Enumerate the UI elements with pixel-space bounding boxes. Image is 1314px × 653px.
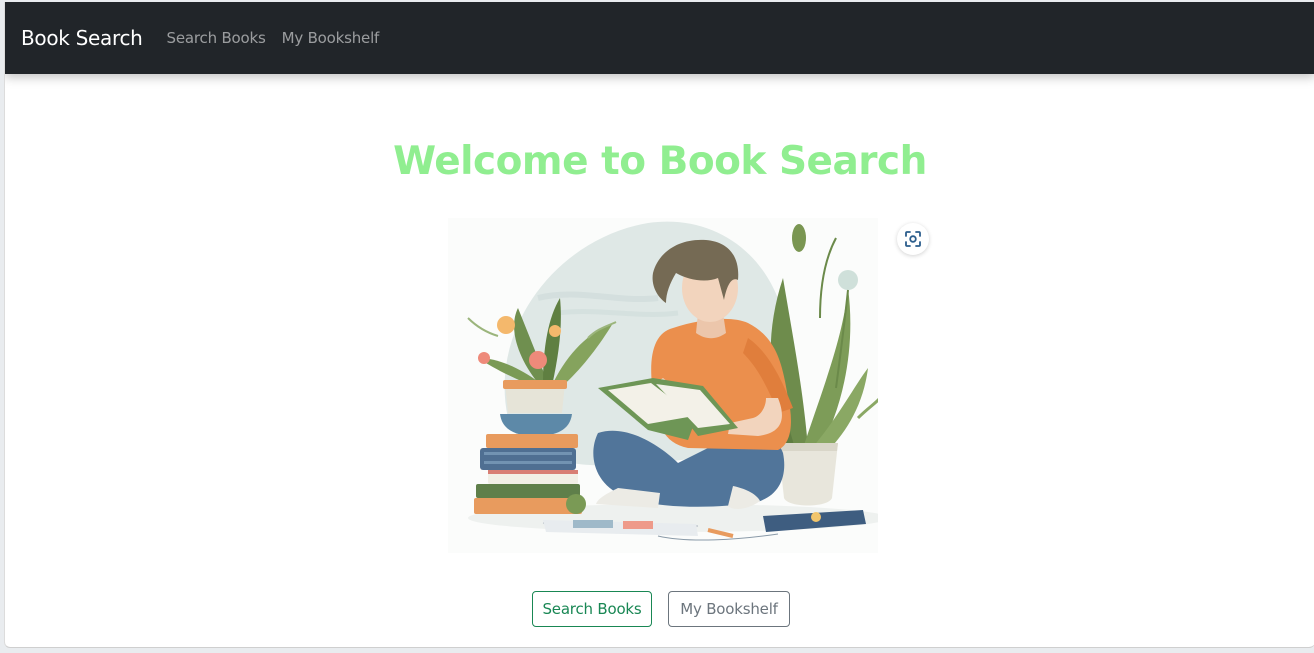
page-title: Welcome to Book Search: [393, 139, 927, 184]
reading-boy-illustration: [448, 218, 878, 553]
nav-link-my-bookshelf[interactable]: My Bookshelf: [282, 29, 380, 47]
top-navbar: Book Search Search Books My Bookshelf: [5, 2, 1314, 74]
app-window: Book Search Search Books My Bookshelf We…: [4, 2, 1314, 648]
search-books-button[interactable]: Search Books: [532, 591, 652, 627]
my-bookshelf-button[interactable]: My Bookshelf: [668, 591, 790, 627]
visual-search-icon: [905, 231, 921, 247]
navbar-brand[interactable]: Book Search: [21, 26, 143, 50]
visual-search-button[interactable]: [897, 223, 929, 255]
nav-link-search-books[interactable]: Search Books: [167, 29, 266, 47]
